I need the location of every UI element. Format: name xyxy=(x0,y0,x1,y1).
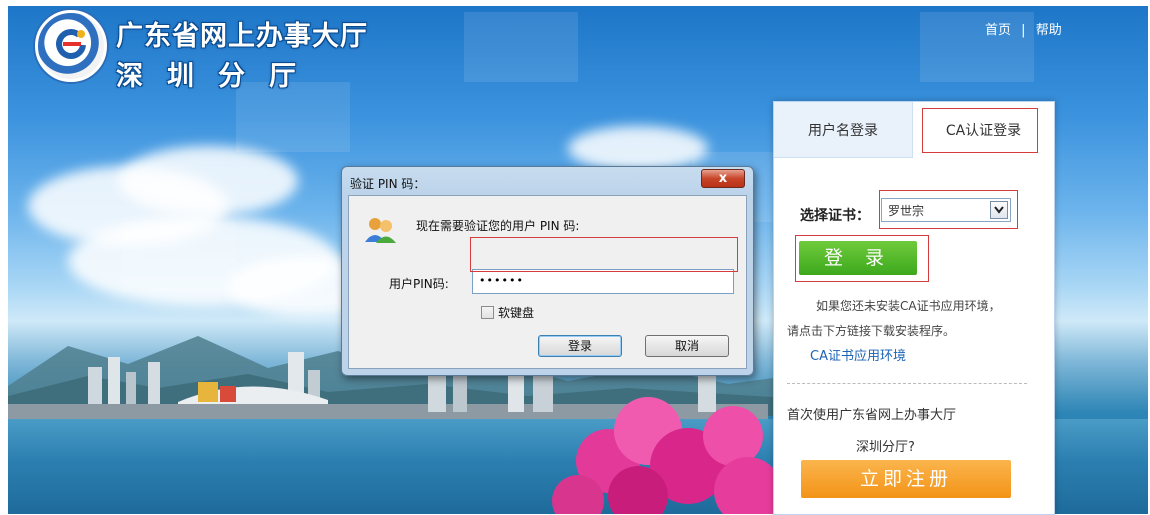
register-button[interactable]: 立即注册 xyxy=(801,460,1011,498)
bougainvillea-flowers xyxy=(552,397,782,514)
users-icon xyxy=(365,218,396,243)
pin-ok-button[interactable]: 登录 xyxy=(538,335,622,357)
pin-label: 用户PIN码: xyxy=(389,277,449,291)
home-link[interactable]: 首页 xyxy=(985,23,1011,38)
cloud xyxy=(118,146,298,216)
portal-logo-icon[interactable] xyxy=(35,10,107,82)
top-links: 首页 | 帮助 xyxy=(985,19,1062,38)
virtual-keyboard-checkbox[interactable]: 软键盘 xyxy=(481,304,534,321)
pin-dialog-body: 现在需要验证您的用户 PIN 码: 用户PIN码: •••••• 软键盘 登录 … xyxy=(348,195,747,369)
chevron-down-icon[interactable] xyxy=(990,201,1008,219)
pin-dialog-title: 验证 PIN 码： xyxy=(350,177,426,191)
pin-dialog-message: 现在需要验证您的用户 PIN 码: xyxy=(416,219,580,233)
logo-emblem-icon xyxy=(56,28,86,59)
cert-select[interactable]: 罗世宗 xyxy=(881,198,1011,222)
cert-label: 选择证书： xyxy=(800,208,870,224)
tab-username-login[interactable]: 用户名登录 xyxy=(774,102,912,158)
install-hint-2: 请点击下方链接下载安装程序。 xyxy=(787,324,956,338)
cloud xyxy=(568,126,708,171)
close-icon[interactable]: x xyxy=(701,169,745,188)
portal-title: 广东省网上办事大厅 xyxy=(116,21,368,52)
first-time-text: 首次使用广东省网上办事大厅 xyxy=(787,408,957,423)
cert-select-value: 罗世宗 xyxy=(888,204,925,218)
login-button[interactable]: 登 录 xyxy=(799,241,917,275)
portal-subtitle: 深圳分厅 xyxy=(116,61,320,92)
pin-cancel-button[interactable]: 取消 xyxy=(645,335,729,357)
pin-input[interactable]: •••••• xyxy=(472,269,734,294)
checkbox-icon[interactable] xyxy=(481,306,494,319)
virtual-keyboard-label: 软键盘 xyxy=(498,306,535,320)
install-hint: 如果您还未安装CA证书应用环境， xyxy=(816,299,1001,313)
panel-divider xyxy=(787,383,1027,384)
link-separator: | xyxy=(1021,23,1026,38)
login-tabs: 用户名登录 CA认证登录 xyxy=(774,102,1054,158)
tab-ca-login[interactable]: CA认证登录 xyxy=(912,102,1054,158)
ca-environment-link[interactable]: CA证书应用环境 xyxy=(810,345,906,364)
bg-tile xyxy=(464,12,578,82)
first-time-text-2: 深圳分厅? xyxy=(856,440,915,455)
pin-input-highlight xyxy=(470,237,738,272)
help-link[interactable]: 帮助 xyxy=(1036,23,1062,38)
